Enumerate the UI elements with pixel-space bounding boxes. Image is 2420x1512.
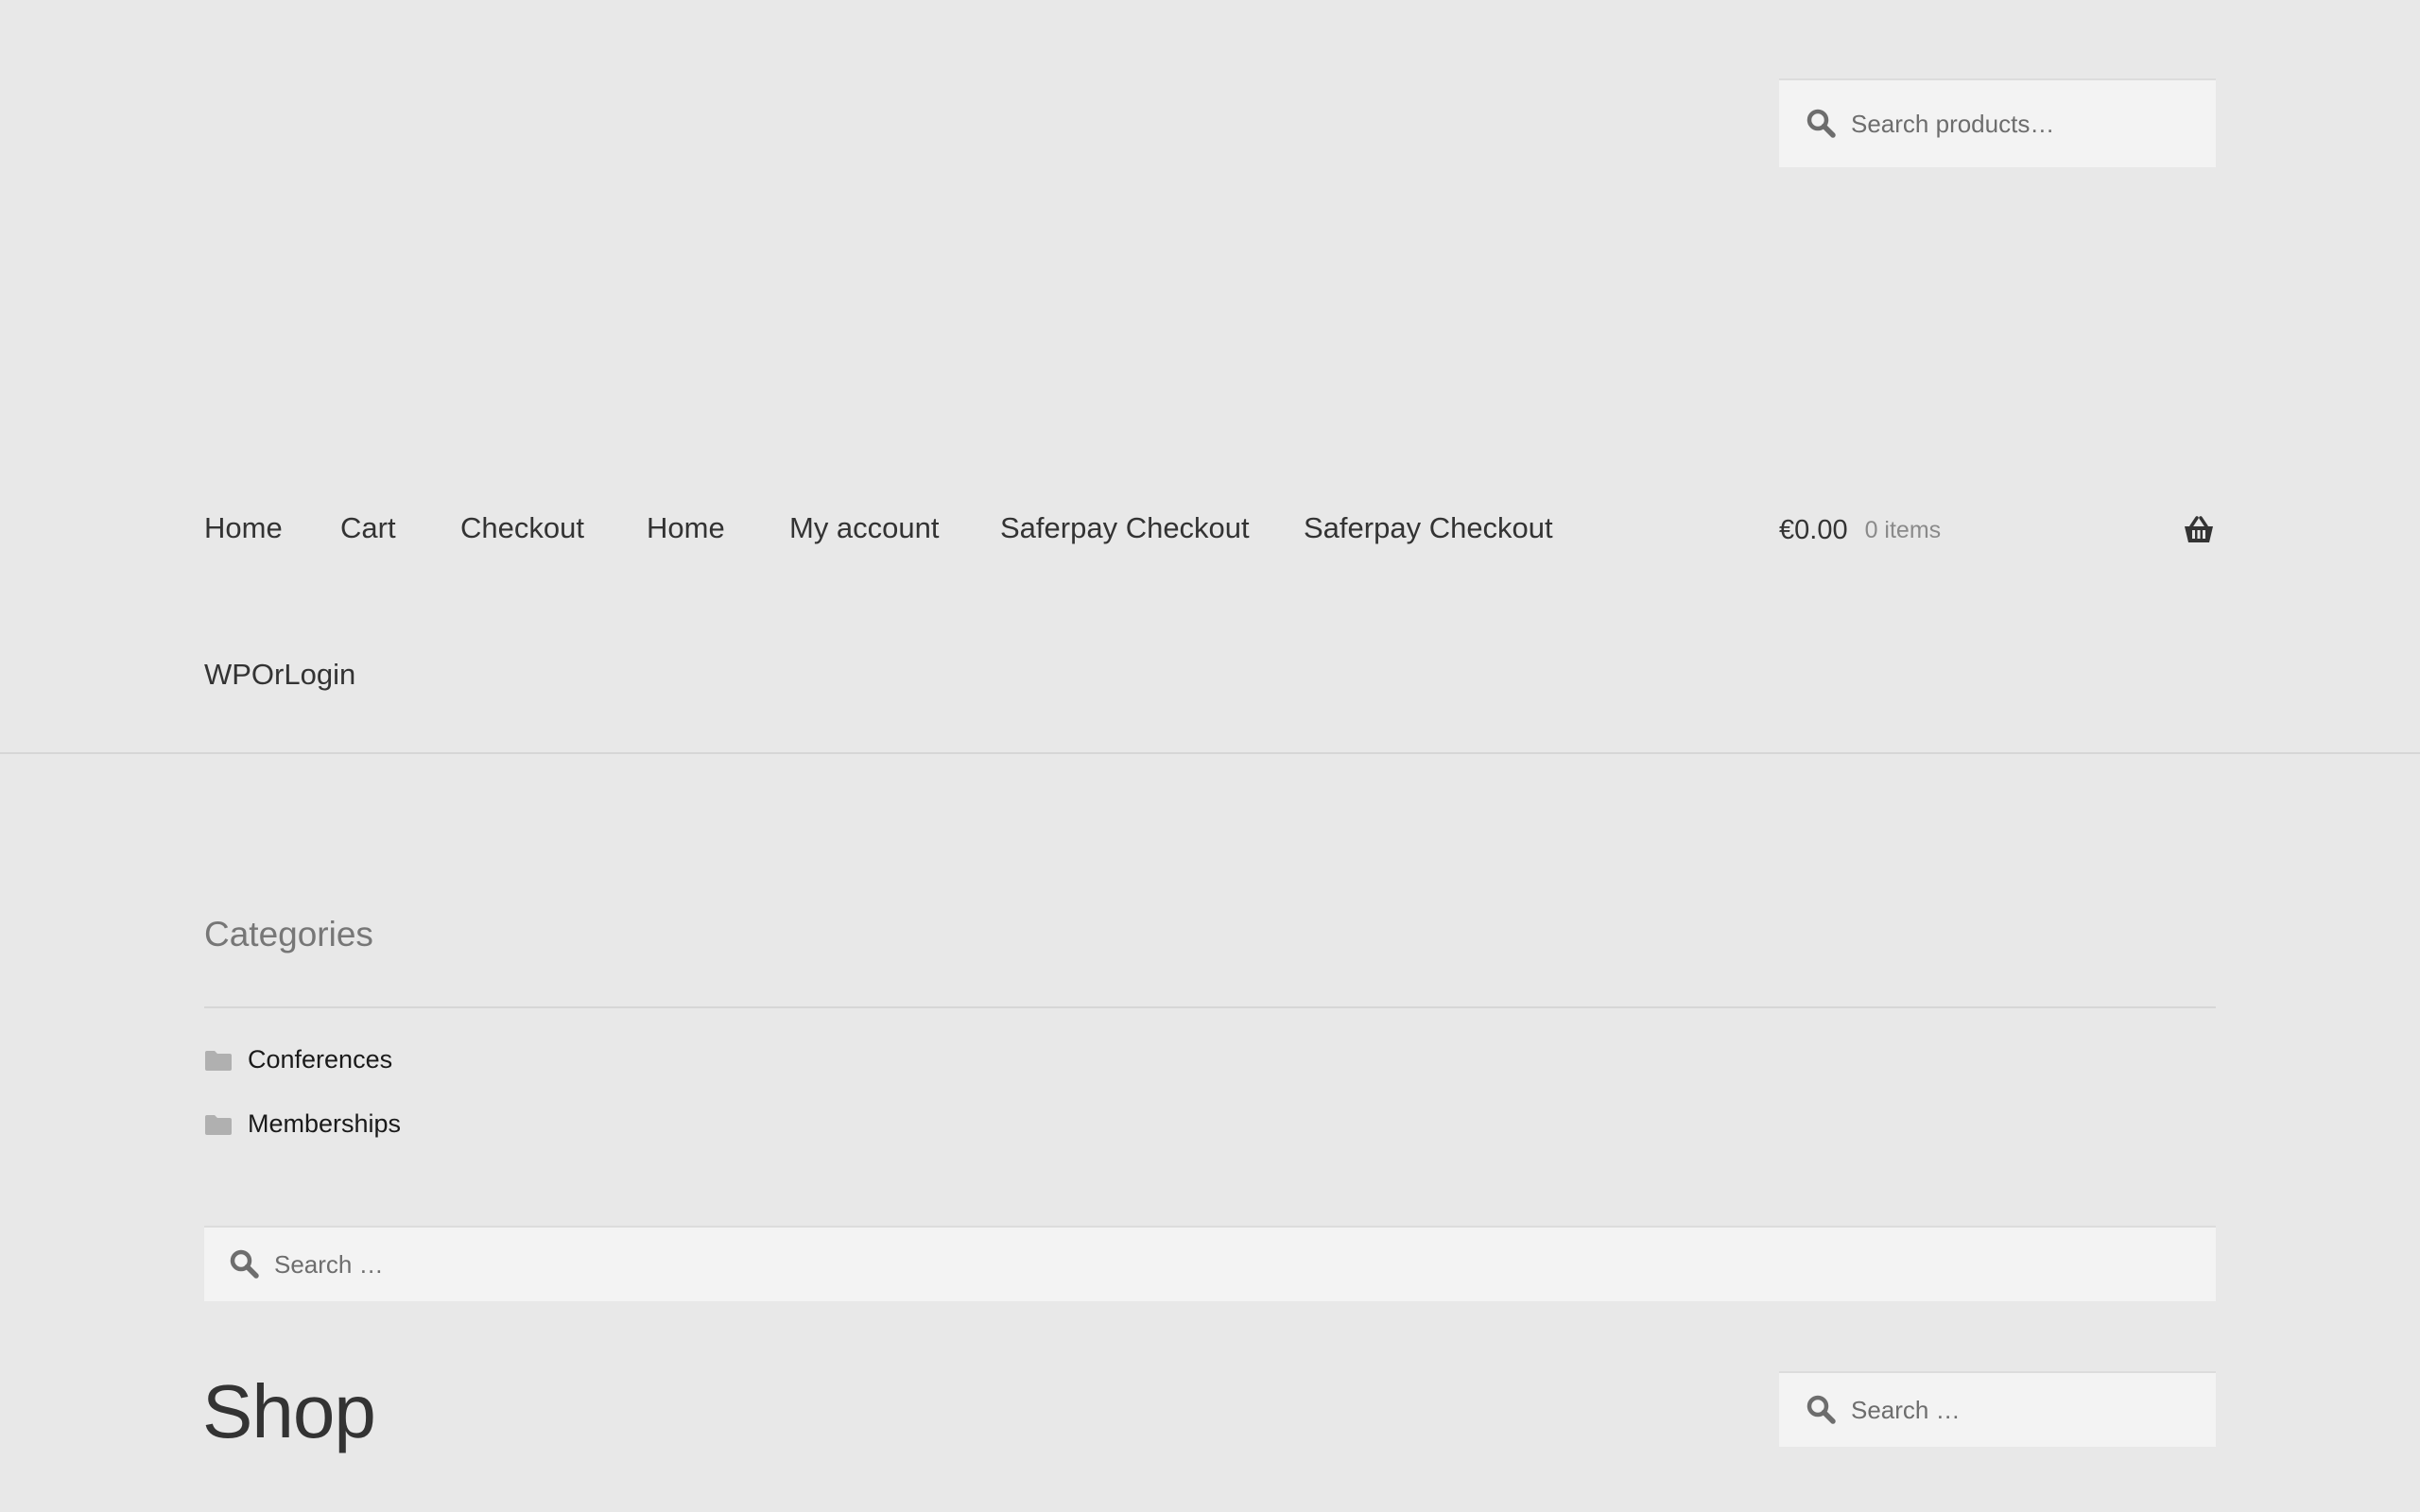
search-icon	[1806, 1395, 1836, 1424]
cart-total: €0.00	[1779, 514, 1848, 545]
nav-item-saferpay-checkout-2[interactable]: Saferpay Checkout	[1304, 511, 1553, 545]
sidebar-search-input[interactable]: Search …	[1851, 1396, 1961, 1425]
folder-icon	[205, 1114, 232, 1135]
widget-search-box[interactable]: Search …	[204, 1226, 2216, 1301]
nav-item-home-2[interactable]: Home	[647, 511, 725, 545]
basket-icon	[2185, 516, 2213, 542]
category-label[interactable]: Memberships	[248, 1109, 401, 1139]
cart-count: 0 items	[1864, 516, 1942, 543]
sidebar-search-box[interactable]: Search …	[1779, 1371, 2216, 1447]
nav-item-my-account[interactable]: My account	[789, 511, 940, 545]
widget-search-input[interactable]: Search …	[274, 1250, 384, 1280]
header-divider	[0, 752, 2420, 754]
search-icon	[230, 1249, 259, 1279]
category-label[interactable]: Conferences	[248, 1045, 392, 1074]
search-icon	[1806, 109, 1836, 138]
nav-item-checkout[interactable]: Checkout	[460, 511, 584, 545]
folder-icon	[205, 1050, 232, 1071]
product-search-box[interactable]: Search products…	[1779, 78, 2216, 167]
category-item-conferences[interactable]: Conferences	[204, 1045, 392, 1074]
product-search-input[interactable]: Search products…	[1851, 110, 2054, 139]
page-title: Shop	[202, 1369, 376, 1453]
nav-item-saferpay-checkout[interactable]: Saferpay Checkout	[1000, 511, 1250, 545]
categories-title: Categories	[204, 915, 373, 954]
nav-item-wporlogin[interactable]: WPOrLogin	[204, 658, 355, 692]
category-item-memberships[interactable]: Memberships	[204, 1109, 401, 1139]
nav-item-cart[interactable]: Cart	[340, 511, 396, 545]
mini-cart[interactable]: €0.00 0 items	[1779, 511, 2216, 549]
categories-divider	[204, 1006, 2216, 1008]
nav-item-home[interactable]: Home	[204, 511, 283, 545]
